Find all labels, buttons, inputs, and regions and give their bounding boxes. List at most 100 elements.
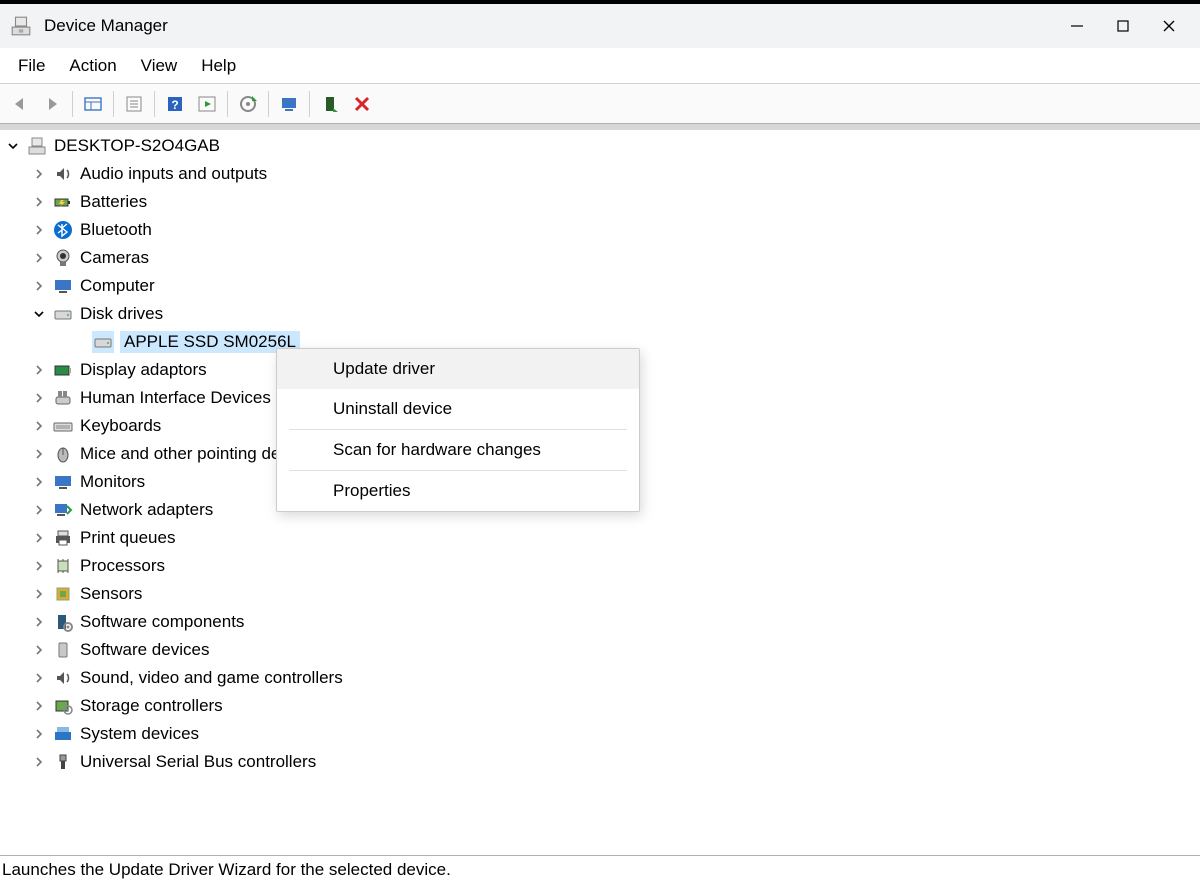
chevron-right-icon[interactable] xyxy=(30,389,48,407)
chevron-right-icon[interactable] xyxy=(30,249,48,267)
tree-node-label: Batteries xyxy=(80,192,147,212)
tree-category-node[interactable]: Batteries xyxy=(0,188,1200,216)
enable-device-button[interactable] xyxy=(314,88,346,120)
toolbar-separator xyxy=(227,91,228,117)
tree-category-node[interactable]: Disk drives xyxy=(0,300,1200,328)
app-icon xyxy=(10,15,32,37)
properties-button[interactable] xyxy=(118,88,150,120)
chevron-right-icon[interactable] xyxy=(30,725,48,743)
chevron-right-icon[interactable] xyxy=(30,529,48,547)
chevron-right-icon[interactable] xyxy=(30,697,48,715)
tree-category-node[interactable]: Print queues xyxy=(0,524,1200,552)
device-tree[interactable]: DESKTOP-S2O4GAB Audio inputs and outputs… xyxy=(0,124,1200,855)
chevron-right-icon[interactable] xyxy=(30,501,48,519)
window-title: Device Manager xyxy=(44,16,168,36)
chevron-right-icon[interactable] xyxy=(30,193,48,211)
tree-category-node[interactable]: Sensors xyxy=(0,580,1200,608)
tree-category-node[interactable]: System devices xyxy=(0,720,1200,748)
tree-node-label: Bluetooth xyxy=(80,220,152,240)
tree-node-label: Network adapters xyxy=(80,500,213,520)
chevron-right-icon[interactable] xyxy=(30,417,48,435)
chevron-right-icon[interactable] xyxy=(30,669,48,687)
svg-text:?: ? xyxy=(171,98,178,112)
tree-node-label: System devices xyxy=(80,724,199,744)
category-icon xyxy=(52,555,74,577)
category-icon xyxy=(52,639,74,661)
tree-node-label: Human Interface Devices xyxy=(80,388,271,408)
help-button[interactable]: ? xyxy=(159,88,191,120)
tree-category-node[interactable]: Software components xyxy=(0,608,1200,636)
category-icon xyxy=(52,443,74,465)
tree-node-label: Software components xyxy=(80,612,244,632)
menu-view[interactable]: View xyxy=(129,52,190,80)
context-menu-item[interactable]: Scan for hardware changes xyxy=(277,430,639,470)
menu-file[interactable]: File xyxy=(6,52,57,80)
disable-device-button[interactable] xyxy=(346,88,378,120)
toolbar-separator xyxy=(72,91,73,117)
minimize-button[interactable] xyxy=(1054,8,1100,44)
tree-node-label: DESKTOP-S2O4GAB xyxy=(54,136,220,156)
context-menu: Update driverUninstall deviceScan for ha… xyxy=(276,348,640,512)
tree-category-node[interactable]: Universal Serial Bus controllers xyxy=(0,748,1200,776)
tree-category-node[interactable]: Audio inputs and outputs xyxy=(0,160,1200,188)
chevron-right-icon[interactable] xyxy=(30,613,48,631)
menu-action[interactable]: Action xyxy=(57,52,128,80)
back-button[interactable] xyxy=(4,88,36,120)
chevron-right-icon[interactable] xyxy=(30,641,48,659)
context-menu-item[interactable]: Update driver xyxy=(277,349,639,389)
tree-node-label: Sensors xyxy=(80,584,142,604)
update-driver-button[interactable] xyxy=(232,88,264,120)
tree-category-node[interactable]: Cameras xyxy=(0,244,1200,272)
tree-category-node[interactable]: Bluetooth xyxy=(0,216,1200,244)
menu-help[interactable]: Help xyxy=(189,52,248,80)
category-icon xyxy=(52,387,74,409)
tree-node-label: Keyboards xyxy=(80,416,161,436)
chevron-right-icon[interactable] xyxy=(30,753,48,771)
chevron-right-icon[interactable] xyxy=(30,165,48,183)
chevron-right-icon[interactable] xyxy=(30,221,48,239)
tree-node-label: Cameras xyxy=(80,248,149,268)
tree-category-node[interactable]: Software devices xyxy=(0,636,1200,664)
category-icon xyxy=(52,751,74,773)
category-icon xyxy=(52,191,74,213)
category-icon xyxy=(52,527,74,549)
tree-root-node[interactable]: DESKTOP-S2O4GAB xyxy=(0,132,1200,160)
category-icon xyxy=(52,723,74,745)
scan-hardware-button[interactable] xyxy=(273,88,305,120)
chevron-right-icon[interactable] xyxy=(30,361,48,379)
chevron-down-icon[interactable] xyxy=(4,137,22,155)
chevron-right-icon[interactable] xyxy=(30,445,48,463)
category-icon xyxy=(52,303,74,325)
tree-node-label: Disk drives xyxy=(80,304,163,324)
toolbar-separator xyxy=(154,91,155,117)
chevron-right-icon[interactable] xyxy=(30,585,48,603)
tree-category-node[interactable]: Processors xyxy=(0,552,1200,580)
chevron-right-icon[interactable] xyxy=(30,473,48,491)
context-menu-item[interactable]: Properties xyxy=(277,471,639,511)
tree-category-node[interactable]: Sound, video and game controllers xyxy=(0,664,1200,692)
chevron-right-icon[interactable] xyxy=(30,557,48,575)
show-hide-console-button[interactable] xyxy=(77,88,109,120)
tree-node-label: Storage controllers xyxy=(80,696,223,716)
chevron-right-icon[interactable] xyxy=(30,277,48,295)
tree-node-label: Print queues xyxy=(80,528,175,548)
category-icon xyxy=(52,415,74,437)
context-menu-item[interactable]: Uninstall device xyxy=(277,389,639,429)
forward-button[interactable] xyxy=(36,88,68,120)
category-icon xyxy=(52,163,74,185)
toolbar-separator xyxy=(113,91,114,117)
device-icon xyxy=(92,331,114,353)
toolbar: ? xyxy=(0,84,1200,124)
tree-node-label: Display adaptors xyxy=(80,360,207,380)
view-button[interactable] xyxy=(191,88,223,120)
toolbar-separator xyxy=(309,91,310,117)
close-button[interactable] xyxy=(1146,8,1192,44)
status-text: Launches the Update Driver Wizard for th… xyxy=(2,860,451,880)
maximize-button[interactable] xyxy=(1100,8,1146,44)
title-bar: Device Manager xyxy=(0,4,1200,48)
tree-category-node[interactable]: Computer xyxy=(0,272,1200,300)
chevron-down-icon[interactable] xyxy=(30,305,48,323)
category-icon xyxy=(52,219,74,241)
tree-node-label: Sound, video and game controllers xyxy=(80,668,343,688)
tree-category-node[interactable]: Storage controllers xyxy=(0,692,1200,720)
